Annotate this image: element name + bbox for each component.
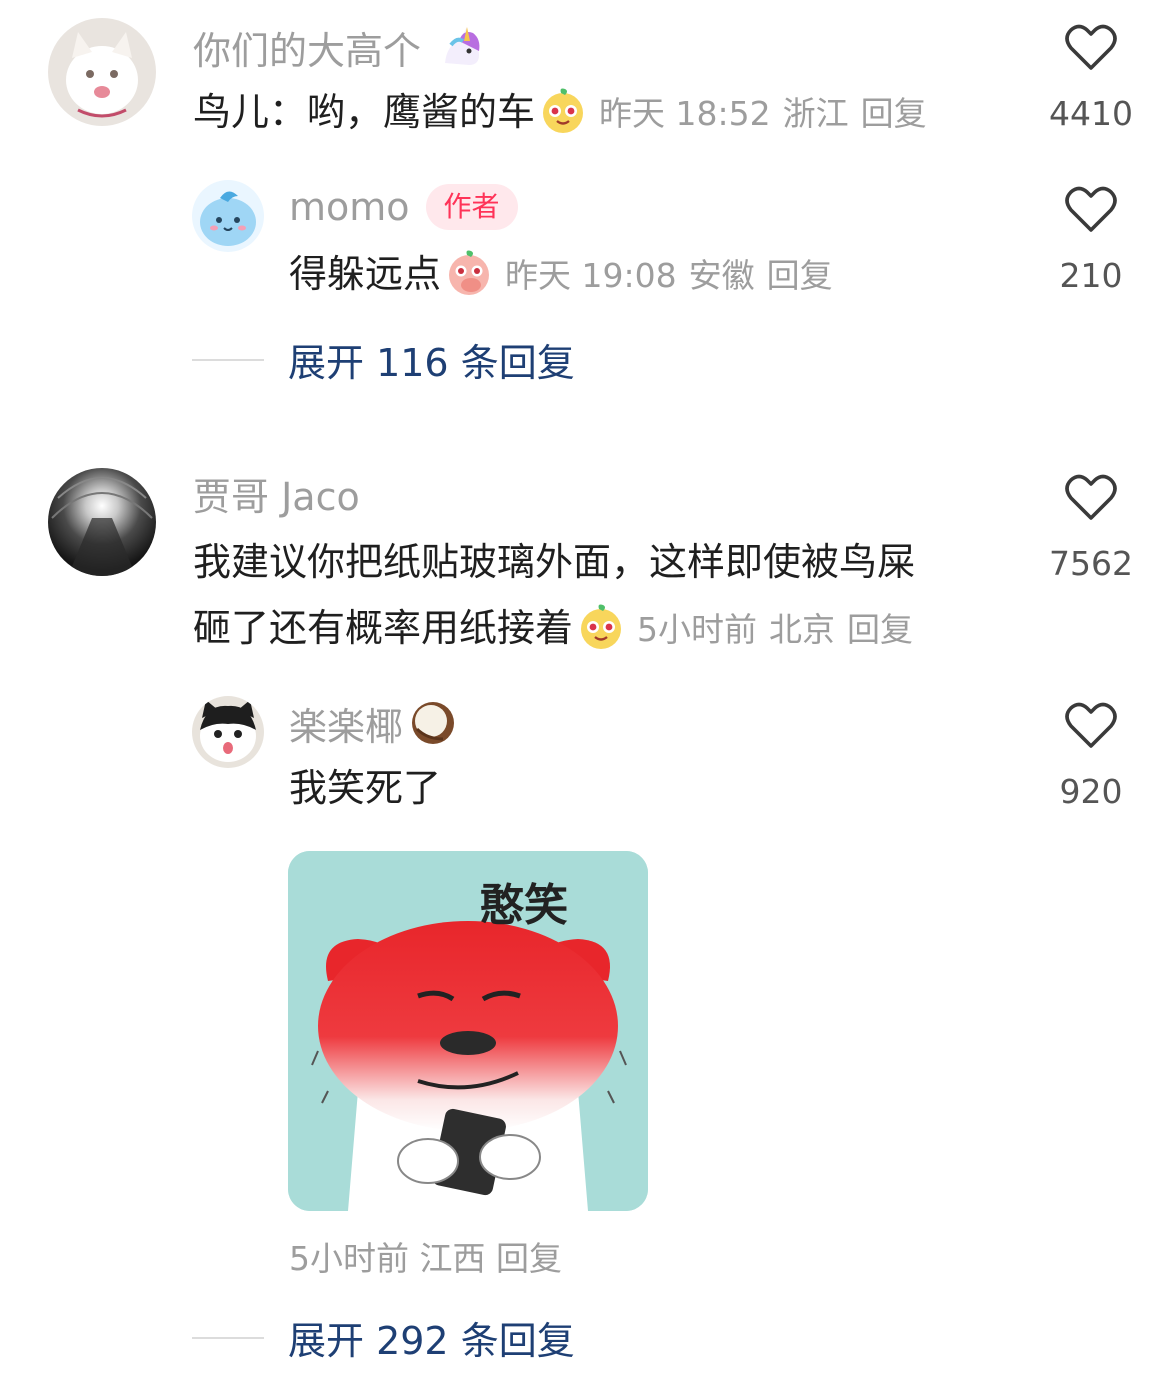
comment-1-username[interactable]: 你们的大高个 <box>193 20 421 75</box>
avatar-reply-2[interactable] <box>192 696 264 768</box>
comment-2-text-line1: 我建议你把纸贴玻璃外面，这样即使被鸟屎 <box>193 540 916 584</box>
avatar-reply-1[interactable] <box>192 180 264 252</box>
avatar-user-1[interactable] <box>48 18 156 126</box>
comment-2-username[interactable]: 贾哥 Jaco <box>193 474 360 520</box>
comment-2-time: 5小时前 <box>637 610 758 649</box>
unicorn-icon <box>437 23 485 71</box>
reply-1-reply-button[interactable]: 回复 <box>767 256 833 295</box>
comment-1-reply-button[interactable]: 回复 <box>861 94 927 133</box>
reply-1-header: momo 作者 <box>289 182 518 232</box>
sticker-image[interactable]: 憨笑 <box>288 851 648 1211</box>
divider <box>192 358 264 361</box>
comment-1-body: 鸟儿：哟，鹰酱的车 <box>193 90 536 134</box>
heart-icon[interactable] <box>1065 24 1117 72</box>
comment-2-like-count: 7562 <box>1049 544 1133 583</box>
reply-1-body: 得躲远点 <box>289 252 442 296</box>
comment-2-location: 北京 <box>769 610 836 649</box>
comment-2-body-2: 砸了还有概率用纸接着 <box>193 606 574 650</box>
covering-mouth-face-icon <box>445 249 493 297</box>
reply-1-time: 昨天 19:08 <box>505 256 677 295</box>
comment-1-header: 你们的大高个 <box>193 20 485 75</box>
reply-2-reply-button[interactable]: 回复 <box>496 1239 562 1278</box>
comment-2-reply-button[interactable]: 回复 <box>847 610 913 649</box>
sticker-caption: 憨笑 <box>480 880 568 931</box>
comment-2-like[interactable]: 7562 <box>1031 474 1151 583</box>
heart-icon[interactable] <box>1065 702 1117 750</box>
reply-2-time: 5小时前 <box>289 1239 409 1278</box>
expand-replies-1[interactable]: 展开 116 条回复 <box>192 332 575 387</box>
reply-2-text: 我笑死了 <box>289 766 442 810</box>
heart-icon[interactable] <box>1065 186 1117 234</box>
comment-2-text-line2: 砸了还有概率用纸接着 5小时前 北京 回复 <box>193 596 913 662</box>
reply-2-like-count: 920 <box>1059 772 1123 811</box>
comment-1-time: 昨天 18:52 <box>599 94 771 133</box>
expand-replies-1-label[interactable]: 展开 116 条回复 <box>288 332 575 387</box>
coconut-icon <box>409 699 457 747</box>
heart-icon[interactable] <box>1065 474 1117 522</box>
reply-2-header: 楽楽椰 <box>289 696 457 751</box>
reply-2-location: 江西 <box>419 1239 486 1278</box>
comment-1-like-count: 4410 <box>1049 94 1133 133</box>
reply-1-like-count: 210 <box>1059 256 1123 295</box>
comment-1-text: 鸟儿：哟，鹰酱的车 昨天 18:52 浙江 回复 <box>193 80 927 146</box>
reply-1-location: 安徽 <box>688 256 755 295</box>
smirk-face-icon <box>577 603 625 651</box>
expand-replies-2-label[interactable]: 展开 292 条回复 <box>288 1310 575 1365</box>
comment-1-like[interactable]: 4410 <box>1031 24 1151 133</box>
reply-2-username[interactable]: 楽楽椰 <box>289 696 403 751</box>
avatar-user-2[interactable] <box>48 468 156 576</box>
reply-1-username[interactable]: momo <box>289 185 410 229</box>
smirk-face-icon <box>539 87 587 135</box>
reply-2-like[interactable]: 920 <box>1031 702 1151 811</box>
expand-replies-2[interactable]: 展开 292 条回复 <box>192 1310 575 1365</box>
comment-1-location: 浙江 <box>782 94 849 133</box>
divider <box>192 1336 264 1339</box>
author-badge: 作者 <box>425 184 518 230</box>
reply-2-meta: 5小时前 江西 回复 <box>289 1232 562 1280</box>
reply-1-text: 得躲远点 昨天 19:08 安徽 回复 <box>289 242 833 308</box>
reply-1-like[interactable]: 210 <box>1031 186 1151 295</box>
